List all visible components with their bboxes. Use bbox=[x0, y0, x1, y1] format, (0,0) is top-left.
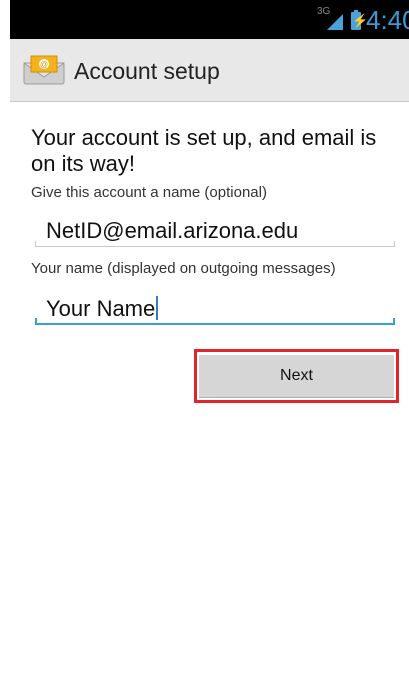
your-name-field[interactable]: Your Name bbox=[35, 291, 395, 325]
your-name-value: Your Name bbox=[46, 296, 156, 321]
signal-icon bbox=[327, 14, 343, 30]
account-name-underline bbox=[35, 241, 395, 247]
your-name-label: Your name (displayed on outgoing message… bbox=[31, 260, 336, 277]
page-title: Account setup bbox=[74, 58, 220, 84]
account-name-field[interactable]: NetID@email.arizona.edu bbox=[35, 215, 395, 247]
setup-complete-message: Your account is set up, and email is on … bbox=[31, 125, 377, 176]
battery-charging-icon: ⚡ bbox=[351, 10, 369, 30]
status-bar: 3G ⚡ 4:40 bbox=[10, 0, 409, 39]
svg-text:@: @ bbox=[40, 60, 48, 69]
your-name-value-wrap: Your Name bbox=[46, 296, 159, 322]
your-name-underline bbox=[35, 318, 395, 325]
left-margin bbox=[0, 0, 10, 681]
next-button[interactable]: Next bbox=[199, 355, 394, 397]
account-name-value: NetID@email.arizona.edu bbox=[46, 218, 299, 243]
account-name-label: Give this account a name (optional) bbox=[31, 184, 267, 201]
action-bar: @ Account setup bbox=[10, 39, 409, 102]
status-clock: 4:40 bbox=[366, 5, 409, 35]
email-app-icon[interactable]: @ bbox=[22, 55, 66, 85]
text-cursor bbox=[156, 296, 159, 320]
phone-screen: 3G ⚡ 4:40 @ Account setup Your account i… bbox=[10, 0, 409, 681]
